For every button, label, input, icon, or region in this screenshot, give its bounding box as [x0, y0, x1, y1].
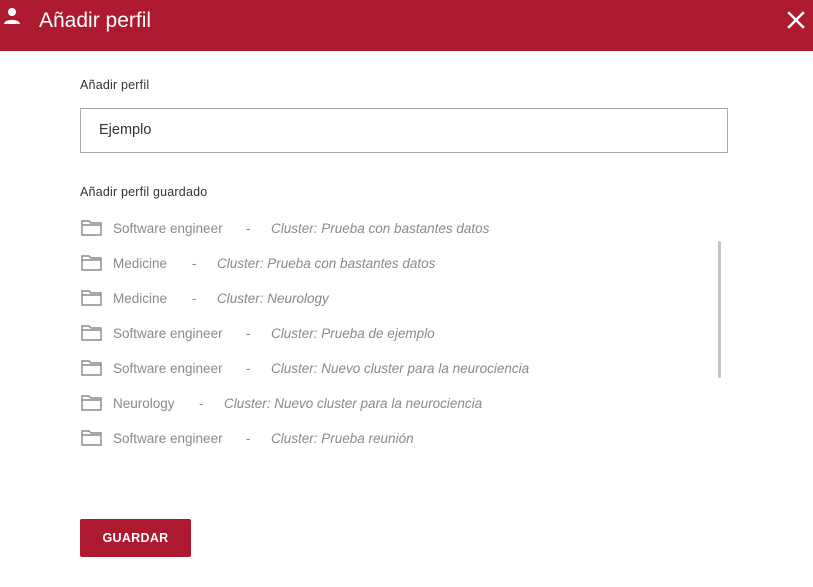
person-icon [4, 8, 20, 24]
list-item[interactable]: Software engineer - Cluster: Prueba con ba… [80, 211, 710, 246]
profile-name-input[interactable] [99, 120, 699, 140]
folder-icon [81, 360, 102, 376]
separator: - [246, 221, 251, 236]
folder-icon [81, 430, 102, 446]
folder-icon [81, 290, 102, 306]
folder-icon [81, 255, 102, 271]
folder-icon [81, 395, 102, 411]
separator: - [246, 431, 251, 446]
list-item[interactable]: Medicine - Cluster: Prueba con bastantes d… [80, 246, 710, 281]
close-icon[interactable] [784, 8, 808, 32]
saved-profiles-list: Software engineer - Cluster: Prueba con ba… [80, 211, 726, 456]
cluster-name: Cluster: Prueba con bastantes datos [271, 221, 490, 236]
separator: - [192, 256, 197, 271]
saved-profiles-label: Añadir perfil guardado [80, 185, 208, 199]
profile-name: Medicine [113, 256, 168, 271]
separator: - [246, 361, 251, 376]
profile-name: Medicine [113, 291, 168, 306]
cluster-name: Cluster: Prueba reunión [271, 431, 414, 446]
add-profile-dialog: Añadir perfil Añadir perfil Añadir perfi… [0, 0, 813, 587]
list-item[interactable]: Software engineer - Cluster: Prueba reunió… [80, 421, 710, 456]
cluster-name: Cluster: Nuevo cluster para la neurocien… [271, 361, 530, 376]
profile-name: Software engineer [113, 361, 223, 376]
profile-name-field[interactable] [80, 108, 728, 153]
cluster-name: Cluster: Prueba con bastantes datos [217, 256, 436, 271]
profile-name-label: Añadir perfil [80, 78, 150, 92]
cluster-name: Cluster: Prueba de ejemplo [271, 326, 435, 341]
cluster-name: Cluster: Neurology [217, 291, 329, 306]
profile-name: Neurology [113, 396, 175, 411]
cluster-name: Cluster: Nuevo cluster para la neurocien… [224, 396, 483, 411]
profile-name: Software engineer [113, 326, 223, 341]
separator: - [192, 291, 197, 306]
separator: - [246, 326, 251, 341]
save-button[interactable]: GUARDAR [80, 519, 191, 557]
dialog-title: Añadir perfil [39, 9, 152, 32]
separator: - [199, 396, 204, 411]
list-item[interactable]: Software engineer - Cluster: Prueba de eje… [80, 316, 710, 351]
list-scrollbar[interactable] [718, 241, 721, 378]
list-item[interactable]: Software engineer - Cluster: Nuevo cluster… [80, 351, 710, 386]
folder-icon [81, 220, 102, 236]
profile-name: Software engineer [113, 431, 223, 446]
profile-name: Software engineer [113, 221, 223, 236]
folder-icon [81, 325, 102, 341]
dialog-header: Añadir perfil [0, 0, 813, 51]
list-item[interactable]: Medicine - Cluster: Neurology [80, 281, 710, 316]
list-item[interactable]: Neurology - Cluster: Nuevo cluster para la… [80, 386, 710, 421]
